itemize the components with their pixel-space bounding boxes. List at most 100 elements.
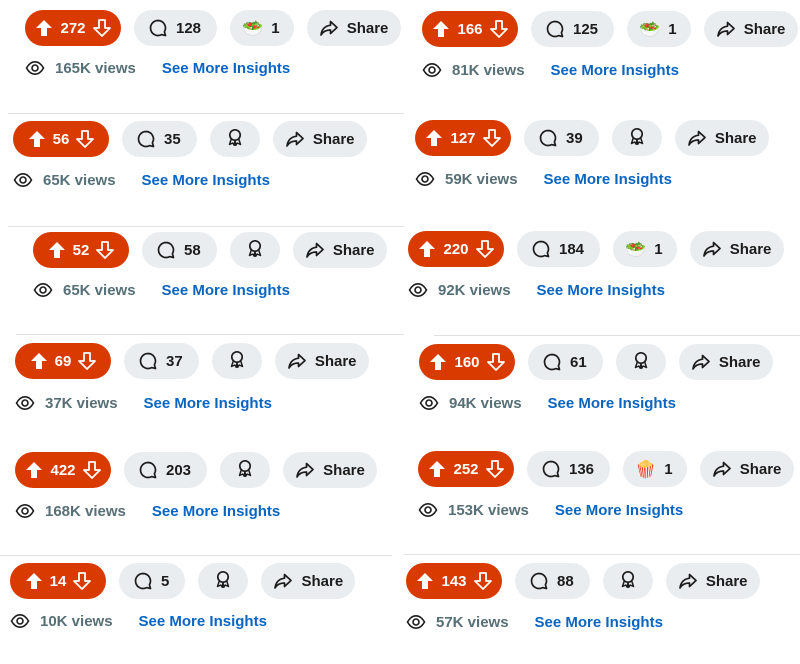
upvote-arrow-icon[interactable] (29, 351, 49, 371)
share-button[interactable]: Share (678, 344, 773, 380)
vote-count: 52 (72, 241, 90, 259)
share-arrow-icon (687, 128, 715, 148)
upvote-arrow-icon[interactable] (417, 239, 437, 259)
eye-icon (15, 393, 45, 413)
downvote-arrow-icon[interactable] (489, 19, 509, 39)
comment-bubble-icon (538, 128, 566, 148)
vote-control: 422 (15, 452, 111, 488)
see-more-insights-link[interactable]: See More Insights (551, 62, 679, 79)
comments-button[interactable]: 125 (531, 11, 615, 47)
downvote-arrow-icon[interactable] (75, 129, 95, 149)
award-button[interactable] (211, 343, 262, 379)
downvote-arrow-icon[interactable] (82, 460, 102, 480)
comments-button[interactable]: 37 (124, 343, 199, 379)
downvote-arrow-icon[interactable] (92, 18, 112, 38)
share-button[interactable]: Share (283, 452, 378, 488)
comments-button[interactable]: 203 (124, 452, 208, 488)
see-more-insights-link[interactable]: See More Insights (139, 613, 267, 630)
see-more-insights-link[interactable]: See More Insights (535, 614, 663, 631)
upvote-arrow-icon[interactable] (431, 19, 451, 39)
upvote-arrow-icon[interactable] (24, 571, 44, 591)
share-button[interactable]: Share (674, 120, 769, 156)
see-more-insights-link[interactable]: See More Insights (544, 171, 672, 188)
comments-button[interactable]: 58 (142, 232, 217, 268)
see-more-insights-link[interactable]: See More Insights (152, 503, 280, 520)
share-button[interactable]: Share (292, 232, 387, 268)
comment-bubble-icon (136, 129, 164, 149)
share-button[interactable]: Share (274, 343, 369, 379)
award-button[interactable] (209, 121, 260, 157)
share-label: Share (323, 461, 365, 479)
comment-count: 39 (566, 129, 583, 147)
see-more-insights-link[interactable]: See More Insights (142, 172, 270, 189)
share-arrow-icon (678, 571, 706, 591)
downvote-arrow-icon[interactable] (77, 351, 97, 371)
share-arrow-icon (702, 239, 730, 259)
vote-control: 272 (25, 10, 121, 46)
comments-button[interactable]: 136 (527, 451, 611, 487)
upvote-arrow-icon[interactable] (27, 129, 47, 149)
post-action-bar: 160 61 Share (419, 344, 773, 380)
award-button[interactable] (615, 344, 666, 380)
upvote-arrow-icon[interactable] (34, 18, 54, 38)
award-button[interactable]: 🍿 1 (623, 451, 687, 487)
comments-button[interactable]: 5 (119, 563, 186, 599)
downvote-arrow-icon[interactable] (486, 352, 506, 372)
view-count: 65K views (63, 281, 136, 299)
downvote-arrow-icon[interactable] (95, 240, 115, 260)
comments-button[interactable]: 35 (122, 121, 197, 157)
award-button[interactable] (229, 232, 280, 268)
upvote-arrow-icon[interactable] (428, 352, 448, 372)
vote-count: 56 (52, 130, 70, 148)
see-more-insights-link[interactable]: See More Insights (548, 395, 676, 412)
comments-button[interactable]: 184 (517, 231, 601, 267)
comments-button[interactable]: 88 (515, 563, 590, 599)
award-ribbon-icon (245, 238, 265, 262)
award-ribbon-icon (235, 458, 255, 482)
downvote-arrow-icon[interactable] (475, 239, 495, 259)
see-more-insights-link[interactable]: See More Insights (537, 282, 665, 299)
award-button[interactable]: 🥗 1 (613, 231, 677, 267)
share-button[interactable]: Share (261, 563, 356, 599)
upvote-arrow-icon[interactable] (427, 459, 447, 479)
comments-button[interactable]: 61 (528, 344, 603, 380)
downvote-arrow-icon[interactable] (482, 128, 502, 148)
upvote-arrow-icon[interactable] (415, 571, 435, 591)
downvote-arrow-icon[interactable] (72, 571, 92, 591)
upvote-arrow-icon[interactable] (24, 460, 44, 480)
award-button[interactable] (220, 452, 271, 488)
share-button[interactable]: Share (703, 11, 798, 47)
downvote-arrow-icon[interactable] (473, 571, 493, 591)
award-button[interactable]: 🥗 1 (230, 10, 294, 46)
vote-count: 272 (60, 19, 86, 37)
post-divider (16, 334, 404, 335)
post-meta: 65K views See More Insights (33, 280, 290, 300)
award-button[interactable] (602, 563, 653, 599)
share-button[interactable]: Share (665, 563, 760, 599)
share-button[interactable]: Share (272, 121, 367, 157)
see-more-insights-link[interactable]: See More Insights (162, 282, 290, 299)
vote-control: 143 (406, 563, 502, 599)
post-action-bar: 220 184 🥗 1 Share (408, 231, 784, 267)
share-button[interactable]: Share (689, 231, 784, 267)
award-button[interactable] (198, 563, 249, 599)
comment-bubble-icon (156, 240, 184, 260)
see-more-insights-link[interactable]: See More Insights (162, 60, 290, 77)
share-button[interactable]: Share (306, 10, 401, 46)
eye-icon (415, 169, 445, 189)
comment-bubble-icon (133, 571, 161, 591)
comments-button[interactable]: 39 (524, 120, 599, 156)
comment-count: 37 (166, 352, 183, 370)
share-label: Share (739, 460, 782, 478)
award-button[interactable] (611, 120, 662, 156)
see-more-insights-link[interactable]: See More Insights (555, 502, 683, 519)
vote-count: 160 (454, 353, 480, 371)
award-button[interactable]: 🥗 1 (627, 11, 691, 47)
see-more-insights-link[interactable]: See More Insights (144, 395, 272, 412)
comment-bubble-icon (545, 19, 573, 39)
share-button[interactable]: Share (699, 451, 794, 487)
comments-button[interactable]: 128 (134, 10, 218, 46)
upvote-arrow-icon[interactable] (424, 128, 444, 148)
downvote-arrow-icon[interactable] (485, 459, 505, 479)
upvote-arrow-icon[interactable] (47, 240, 67, 260)
